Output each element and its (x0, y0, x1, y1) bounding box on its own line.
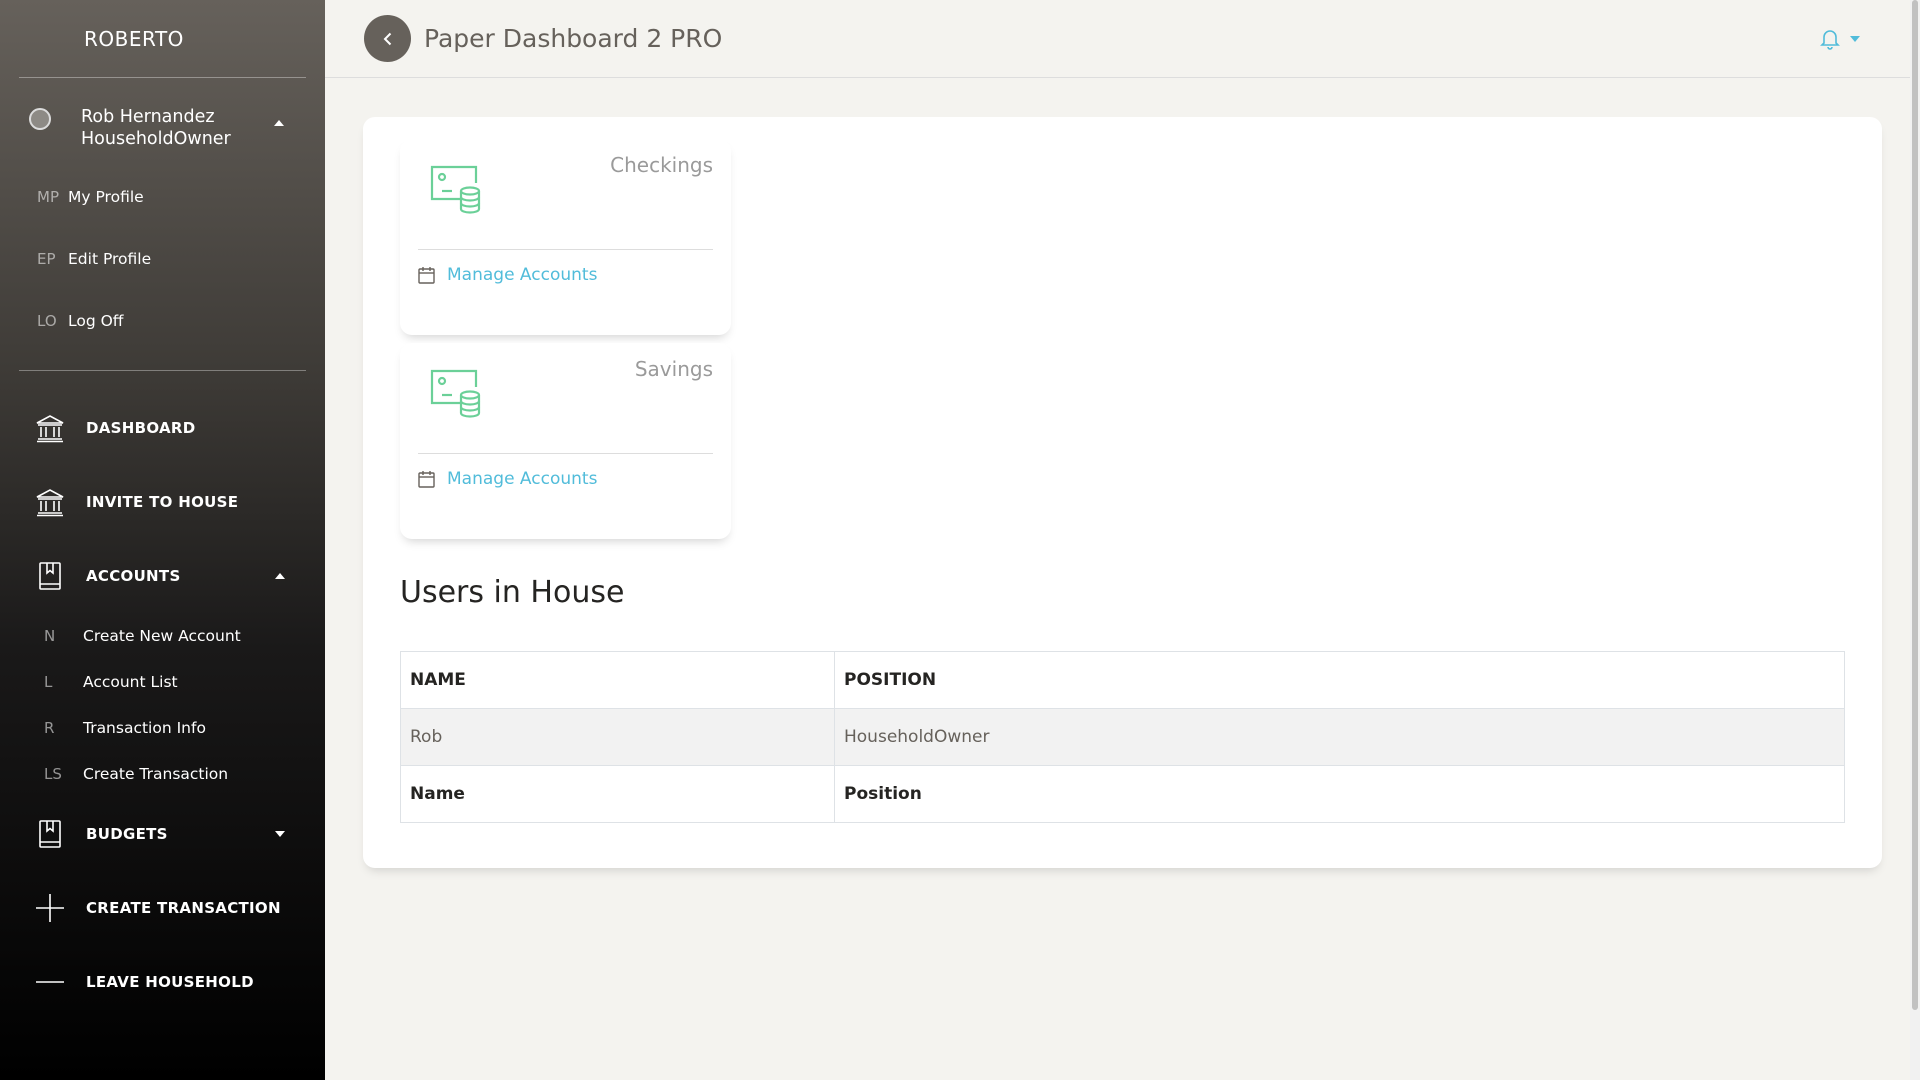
sidebar-item-label: CREATE TRANSACTION (86, 899, 281, 917)
card-title: Savings (634, 357, 713, 381)
table-header-name: NAME (400, 651, 835, 709)
calendar-icon (418, 471, 435, 488)
menu-abbr: L (44, 673, 53, 691)
page-title[interactable]: Paper Dashboard 2 PRO (424, 24, 722, 53)
sidebar-item-leave-household[interactable]: LEAVE HOUSEHOLD (0, 945, 325, 1019)
menu-abbr: LS (44, 765, 62, 783)
caret-up-icon (275, 573, 285, 579)
money-coins-icon (430, 369, 481, 418)
savings-card: Savings Manage Accounts (400, 343, 731, 539)
sidebar-item-label: ACCOUNTS (86, 567, 181, 585)
table-row: Rob HouseholdOwner (400, 708, 1845, 766)
sidebar-item-accounts[interactable]: ACCOUNTS (0, 539, 325, 613)
brand-logo-text[interactable]: ROBERTO (19, 0, 306, 78)
user-panel: Rob Hernandez HouseholdOwner MP My Profi… (19, 78, 306, 371)
book-bookmark-icon (34, 818, 66, 850)
menu-abbr: MP (37, 188, 59, 206)
users-section-title: Users in House (400, 575, 625, 610)
sidebar-subitem-create-transaction[interactable]: LS Create Transaction (0, 751, 325, 797)
card-footer-label: Manage Accounts (447, 469, 598, 489)
card-footer-label: Manage Accounts (447, 265, 598, 285)
avatar (29, 108, 51, 130)
caret-up-icon (274, 120, 284, 126)
table-cell-name: Rob (400, 708, 835, 766)
money-coins-icon (430, 165, 481, 214)
bank-icon (34, 412, 66, 444)
sidebar-item-label: LEAVE HOUSEHOLD (86, 973, 254, 991)
sidebar-item-invite-to-house[interactable]: INVITE TO HOUSE (0, 465, 325, 539)
sidebar-subitem-account-list[interactable]: L Account List (0, 659, 325, 705)
sidebar-item-label: INVITE TO HOUSE (86, 493, 239, 511)
menu-label: My Profile (68, 188, 144, 206)
menu-label: Transaction Info (83, 719, 206, 737)
card-title: Checkings (610, 153, 713, 177)
sidebar-item-create-transaction[interactable]: CREATE TRANSACTION (0, 871, 325, 945)
main-card: Checkings Manage Accounts Savings Manage… (363, 117, 1882, 868)
user-toggle[interactable]: Rob Hernandez HouseholdOwner (19, 106, 306, 166)
card-divider (418, 249, 713, 250)
menu-abbr: N (44, 627, 56, 645)
menu-label: Create New Account (83, 627, 241, 645)
table-footer-row: Name Position (400, 765, 1845, 823)
sidebar-nav: DASHBOARD INVITE TO HOUSE ACCOUNTS N Cre… (0, 371, 325, 1019)
bell-icon (1820, 30, 1840, 50)
menu-abbr: LO (37, 312, 57, 330)
vertical-scrollbar[interactable] (1910, 0, 1920, 1080)
calendar-icon (418, 267, 435, 284)
manage-accounts-link[interactable]: Manage Accounts (418, 469, 597, 489)
bank-icon (34, 486, 66, 518)
menu-abbr: R (44, 719, 55, 737)
menu-label: Edit Profile (68, 250, 152, 268)
sidebar-item-dashboard[interactable]: DASHBOARD (0, 391, 325, 465)
table-header-row: NAME POSITION (400, 651, 1845, 709)
scrollbar-thumb[interactable] (1912, 0, 1918, 1010)
menu-abbr: EP (37, 250, 56, 268)
notifications-dropdown[interactable] (1820, 28, 1860, 50)
table-footer-position: Position (834, 765, 1845, 823)
menu-label: Create Transaction (83, 765, 229, 783)
user-menu-edit-profile[interactable]: EP Edit Profile (19, 228, 306, 290)
manage-accounts-link[interactable]: Manage Accounts (418, 265, 597, 285)
table-header-position: POSITION (834, 651, 1845, 709)
users-table: NAME POSITION Rob HouseholdOwner Name Po… (400, 651, 1845, 823)
plus-icon (34, 892, 66, 924)
user-role: HouseholdOwner (81, 129, 231, 149)
menu-label: Log Off (68, 312, 124, 330)
minus-icon (34, 966, 66, 998)
table-footer-name: Name (400, 765, 835, 823)
chevron-left-icon (383, 32, 391, 45)
table-cell-position: HouseholdOwner (834, 708, 1845, 766)
book-bookmark-icon (34, 560, 66, 592)
menu-label: Account List (83, 673, 178, 691)
checkings-card: Checkings Manage Accounts (400, 139, 731, 335)
sidebar-toggle-button[interactable] (364, 15, 411, 62)
card-divider (418, 453, 713, 454)
sidebar-item-label: DASHBOARD (86, 419, 196, 437)
sidebar-item-budgets[interactable]: BUDGETS (0, 797, 325, 871)
user-menu-log-off[interactable]: LO Log Off (19, 290, 306, 352)
caret-down-icon (275, 831, 285, 837)
sidebar-subitem-create-new-account[interactable]: N Create New Account (0, 613, 325, 659)
user-name: Rob Hernandez (81, 107, 215, 127)
sidebar: ROBERTO Rob Hernandez HouseholdOwner MP … (0, 0, 325, 1080)
top-navbar: Paper Dashboard 2 PRO (325, 0, 1910, 78)
sidebar-item-label: BUDGETS (86, 825, 168, 843)
user-menu-my-profile[interactable]: MP My Profile (19, 166, 306, 228)
caret-down-icon (1850, 36, 1860, 42)
sidebar-subitem-transaction-info[interactable]: R Transaction Info (0, 705, 325, 751)
